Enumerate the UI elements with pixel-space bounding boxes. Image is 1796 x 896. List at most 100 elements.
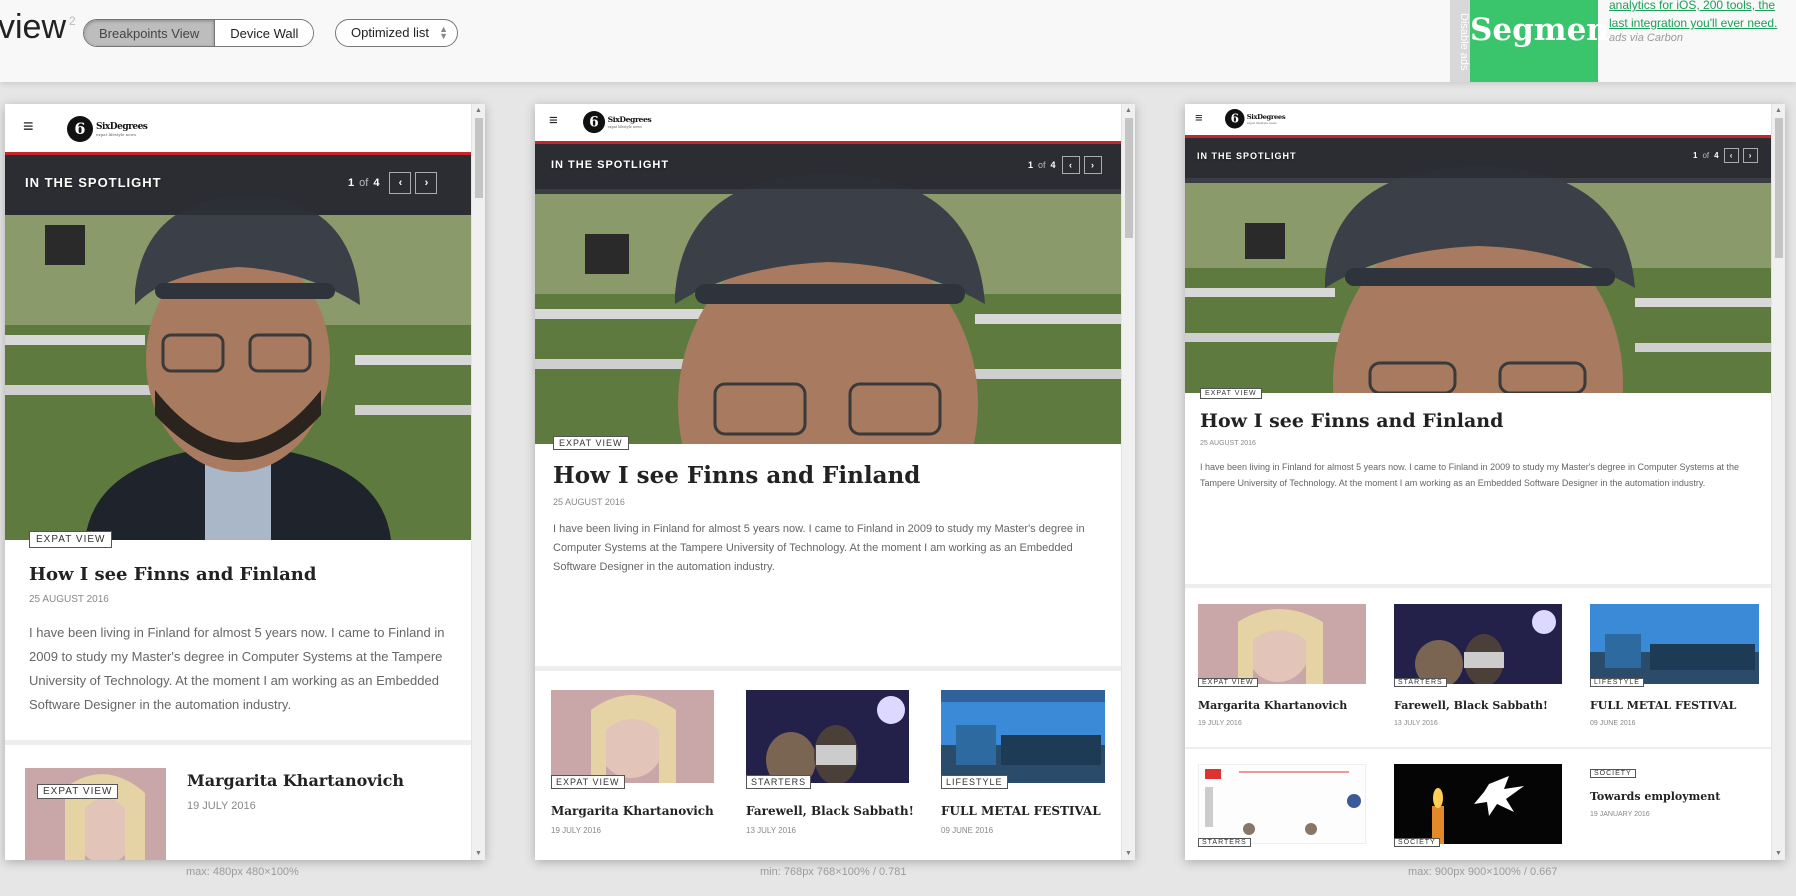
device-frame-900: ≡ 6 SixDegrees expat lifestyle news IN TH… (1185, 104, 1785, 860)
scroll-thumb[interactable] (475, 118, 483, 198)
scroll-thumb[interactable] (1125, 118, 1133, 238)
featured-category-badge[interactable]: EXPAT VIEW (553, 436, 629, 450)
article-category-badge[interactable]: STARTERS (1394, 678, 1447, 687)
featured-category-badge[interactable]: EXPAT VIEW (29, 531, 113, 548)
site-logo[interactable]: 6 SixDegrees expat lifestyle news (67, 116, 148, 142)
prev-arrow-button[interactable]: ‹ (1723, 148, 1739, 163)
segment-ad-logo[interactable]: Segment (1470, 0, 1623, 82)
spotlight-hero-image[interactable]: IN THE SPOTLIGHT 1 of 4 ‹ › (1185, 138, 1771, 393)
scroll-up-icon[interactable]: ▲ (475, 107, 482, 114)
hamburger-menu-icon[interactable]: ≡ (23, 116, 34, 137)
article-photo (1394, 764, 1562, 844)
title-superscript: 2 (69, 14, 76, 28)
article-thumbnail[interactable] (1590, 604, 1759, 684)
article-date: 19 JULY 2016 (187, 800, 256, 812)
select-arrows-icon: ▲ ▼ (439, 24, 449, 41)
list-mode-select[interactable]: Optimized list ▲ ▼ (335, 19, 459, 47)
featured-title[interactable]: How I see Finns and Finland (1200, 410, 1503, 432)
article-thumbnail[interactable] (1394, 604, 1562, 684)
device-wall-button[interactable]: Device Wall (214, 20, 314, 46)
section-divider (5, 740, 471, 745)
site-header: ≡ 6 SixDegrees expat lifestyle news (5, 104, 471, 155)
article-category-badge[interactable]: EXPAT VIEW (1198, 678, 1258, 687)
ad-via-carbon[interactable]: ads via Carbon (1609, 32, 1683, 44)
frame-scrollbar[interactable]: ▲ ▼ (471, 104, 485, 860)
article-category-badge[interactable]: LIFESTYLE (941, 775, 1008, 789)
article-category-badge[interactable]: SOCIETY (1394, 838, 1440, 847)
article-thumbnail[interactable] (941, 690, 1105, 783)
portrait-photo (535, 144, 1121, 444)
top-toolbar: view 2 Breakpoints View Device Wall Optim… (0, 0, 1796, 82)
article-thumbnail[interactable] (1198, 764, 1366, 844)
featured-excerpt: I have been living in Finland for almost… (1200, 462, 1739, 488)
article-thumbnail[interactable] (1394, 764, 1562, 844)
featured-excerpt: I have been living in Finland for almost… (553, 523, 1085, 573)
article-date: 09 JUNE 2016 (1590, 720, 1636, 727)
logo-mark-icon: 6 (1225, 109, 1245, 129)
article-title[interactable]: Towards employment (1590, 790, 1720, 803)
article-photo (746, 690, 909, 783)
frame-label-900: max: 900px 900×100% / 0.667 (1408, 866, 1558, 878)
device-frame-480: ≡ 6 SixDegrees expat lifestyle news IN T… (5, 104, 485, 860)
frame-scrollbar[interactable]: ▲ ▼ (1771, 104, 1785, 860)
next-arrow-button[interactable]: › (415, 172, 438, 194)
featured-date: 25 AUGUST 2016 (29, 594, 109, 605)
article-category-badge[interactable]: STARTERS (746, 775, 812, 789)
featured-title[interactable]: How I see Finns and Finland (553, 462, 920, 489)
article-thumbnail[interactable] (25, 768, 166, 860)
article-title[interactable]: FULL METAL FESTIVAL (1590, 699, 1736, 712)
hamburger-menu-icon[interactable]: ≡ (549, 112, 558, 129)
article-photo (941, 690, 1105, 783)
prev-arrow-button[interactable]: ‹ (1061, 156, 1080, 174)
article-title[interactable]: Margarita Khartanovich (551, 804, 714, 818)
scroll-up-icon[interactable]: ▲ (1125, 107, 1132, 114)
site-logo[interactable]: 6 SixDegrees expat lifestyle news (583, 111, 652, 134)
spotlight-pager: 1 of 4 ‹ › (348, 172, 438, 194)
portrait-photo (5, 155, 471, 540)
article-date: 19 JANUARY 2016 (1590, 811, 1650, 818)
next-arrow-button[interactable]: › (1742, 148, 1758, 163)
article-photo (1198, 604, 1366, 684)
frame-scrollbar[interactable]: ▲ ▼ (1121, 104, 1135, 860)
featured-date: 25 AUGUST 2016 (1200, 440, 1256, 447)
featured-category-badge[interactable]: EXPAT VIEW (1200, 388, 1262, 399)
next-arrow-button[interactable]: › (1083, 156, 1102, 174)
article-category-badge[interactable]: EXPAT VIEW (37, 784, 119, 799)
featured-title[interactable]: How I see Finns and Finland (29, 564, 316, 585)
article-category-badge[interactable]: SOCIETY (1590, 769, 1636, 778)
article-category-badge[interactable]: EXPAT VIEW (551, 775, 625, 789)
spotlight-label: IN THE SPOTLIGHT (25, 175, 162, 190)
article-category-badge[interactable]: STARTERS (1198, 838, 1251, 847)
prev-arrow-button[interactable]: ‹ (389, 172, 412, 194)
article-category-badge[interactable]: LIFESTYLE (1590, 678, 1644, 687)
article-date: 09 JUNE 2016 (941, 826, 994, 835)
article-thumbnail[interactable] (746, 690, 909, 783)
featured-excerpt: I have been living in Finland for almost… (29, 625, 445, 712)
article-title[interactable]: Farewell, Black Sabbath! (746, 804, 914, 818)
spotlight-hero-image[interactable]: IN THE SPOTLIGHT 1 of 4 ‹ › (535, 144, 1121, 444)
ad-text-link[interactable]: analytics for iOS, 200 tools, the last i… (1609, 0, 1789, 32)
article-title[interactable]: Margarita Khartanovich (1198, 699, 1347, 712)
article-title[interactable]: FULL METAL FESTIVAL (941, 804, 1101, 818)
featured-date: 25 AUGUST 2016 (553, 497, 625, 507)
article-title[interactable]: Farewell, Black Sabbath! (1394, 699, 1548, 712)
scroll-down-icon[interactable]: ▼ (1775, 850, 1782, 857)
spotlight-label: IN THE SPOTLIGHT (551, 159, 670, 171)
scroll-down-icon[interactable]: ▼ (1125, 850, 1132, 857)
article-title[interactable]: Margarita Khartanovich (187, 771, 404, 790)
scroll-up-icon[interactable]: ▲ (1775, 107, 1782, 114)
scroll-thumb[interactable] (1775, 118, 1783, 258)
device-frame-768: ≡ 6 SixDegrees expat lifestyle news IN TH… (535, 104, 1135, 860)
article-thumbnail[interactable] (551, 690, 714, 783)
article-photo (1199, 765, 1365, 843)
spotlight-pager: 1 of 4 ‹ › (1028, 156, 1102, 174)
scroll-down-icon[interactable]: ▼ (475, 850, 482, 857)
site-logo[interactable]: 6 SixDegrees expat lifestyle news (1225, 109, 1286, 129)
disable-ads-link[interactable]: Disable ads (1450, 0, 1470, 82)
breakpoints-view-button[interactable]: Breakpoints View (84, 20, 215, 46)
article-thumbnail[interactable] (1198, 604, 1366, 684)
article-date: 19 JULY 2016 (1198, 720, 1242, 727)
app-title: view 2 (0, 8, 76, 46)
hamburger-menu-icon[interactable]: ≡ (1195, 110, 1203, 125)
spotlight-hero-image[interactable]: IN THE SPOTLIGHT 1 of 4 ‹ › (5, 155, 471, 540)
